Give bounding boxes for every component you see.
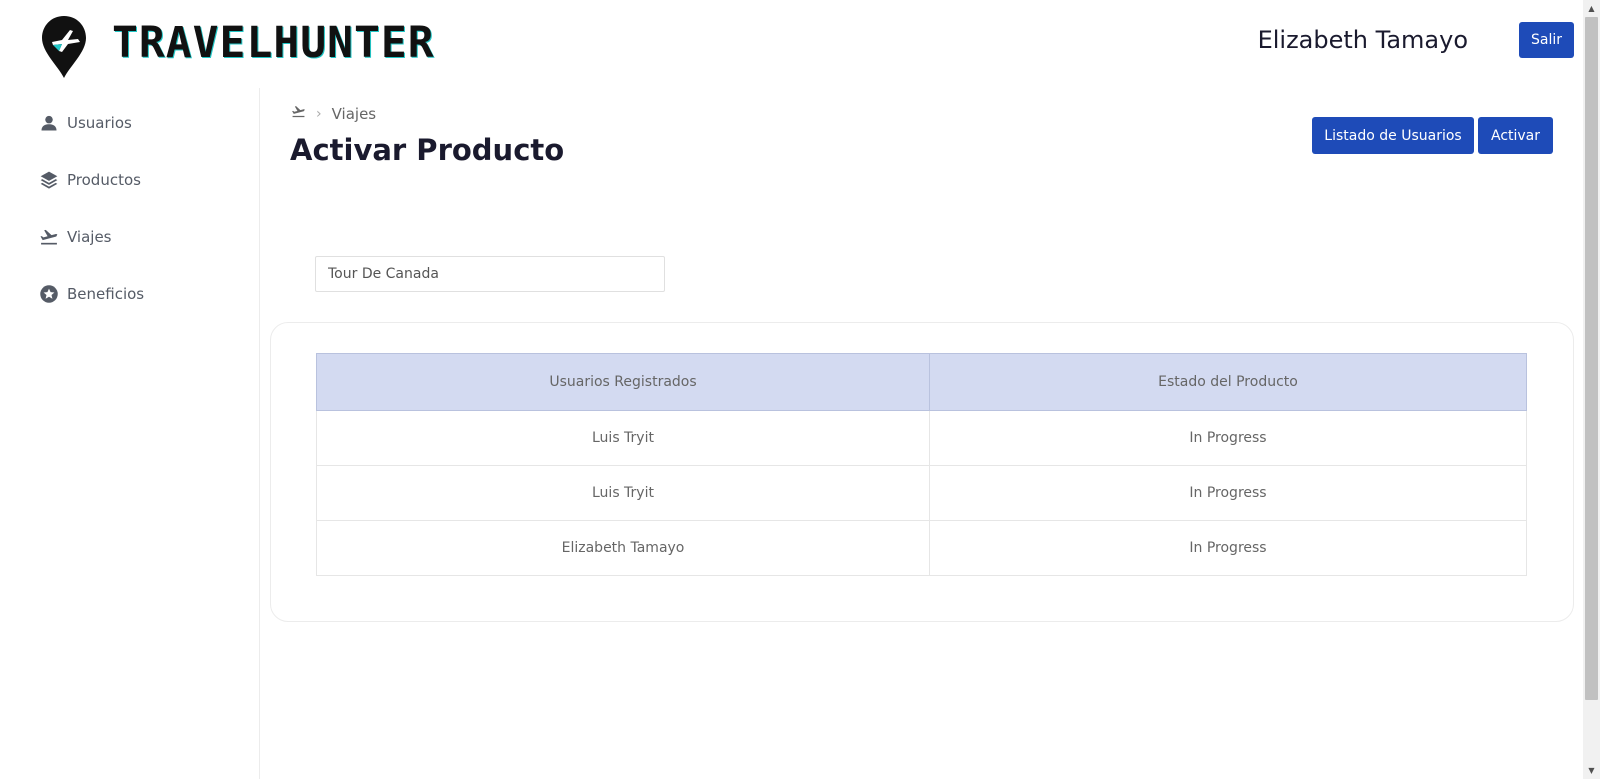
breadcrumb: › Viajes: [291, 104, 376, 123]
sidebar-item-viajes[interactable]: Viajes: [38, 222, 112, 252]
table-row[interactable]: Luis Tryit In Progress: [316, 465, 1527, 521]
chevron-right-icon: ›: [316, 105, 322, 122]
product-select-input[interactable]: [315, 256, 665, 292]
sidebar-item-label: Beneficios: [67, 285, 145, 303]
sidebar-item-usuarios[interactable]: Usuarios: [38, 108, 132, 138]
top-header: TRAVELHUNTER Elizabeth Tamayo Salir: [0, 0, 1583, 88]
map-pin-plane-icon: [42, 16, 86, 78]
page-title: Activar Producto: [290, 133, 565, 167]
logout-button[interactable]: Salir: [1519, 22, 1574, 58]
star-badge-icon: [38, 283, 60, 305]
scroll-up-arrow-icon[interactable]: ▲: [1583, 0, 1600, 17]
cell-user: Luis Tryit: [316, 465, 930, 521]
cell-status: In Progress: [929, 520, 1527, 576]
cell-user: Elizabeth Tamayo: [316, 520, 930, 576]
sidebar-item-beneficios[interactable]: Beneficios: [38, 279, 144, 309]
column-header-users: Usuarios Registrados: [316, 353, 930, 411]
flight-takeoff-icon: [38, 226, 60, 248]
current-user-name: Elizabeth Tamayo: [1257, 26, 1468, 54]
list-users-button[interactable]: Listado de Usuarios: [1312, 117, 1474, 154]
vertical-scrollbar[interactable]: ▲ ▼: [1583, 0, 1600, 779]
column-header-status: Estado del Producto: [929, 353, 1527, 411]
breadcrumb-current: Viajes: [331, 104, 377, 123]
flight-takeoff-icon[interactable]: [291, 104, 306, 123]
sidebar-item-label: Productos: [67, 171, 141, 189]
brand-name: TRAVELHUNTER: [112, 18, 435, 68]
user-icon: [38, 112, 60, 134]
table-row[interactable]: Luis Tryit In Progress: [316, 410, 1527, 466]
cell-status: In Progress: [929, 410, 1527, 466]
scrollbar-thumb[interactable]: [1585, 17, 1598, 700]
registered-users-table: Usuarios Registrados Estado del Producto…: [316, 353, 1527, 576]
table-row[interactable]: Elizabeth Tamayo In Progress: [316, 520, 1527, 576]
scroll-down-arrow-icon[interactable]: ▼: [1583, 762, 1600, 779]
sidebar-item-label: Usuarios: [67, 114, 132, 132]
activate-button[interactable]: Activar: [1478, 117, 1553, 154]
sidebar: Usuarios Productos Viajes Beneficios: [0, 88, 260, 779]
registered-users-card: Usuarios Registrados Estado del Producto…: [270, 322, 1574, 622]
cell-user: Luis Tryit: [316, 410, 930, 466]
brand-logo[interactable]: TRAVELHUNTER: [40, 14, 434, 80]
layers-icon: [38, 169, 60, 191]
sidebar-item-label: Viajes: [67, 228, 112, 246]
sidebar-item-productos[interactable]: Productos: [38, 165, 141, 195]
table-header-row: Usuarios Registrados Estado del Producto: [316, 353, 1527, 411]
cell-status: In Progress: [929, 465, 1527, 521]
